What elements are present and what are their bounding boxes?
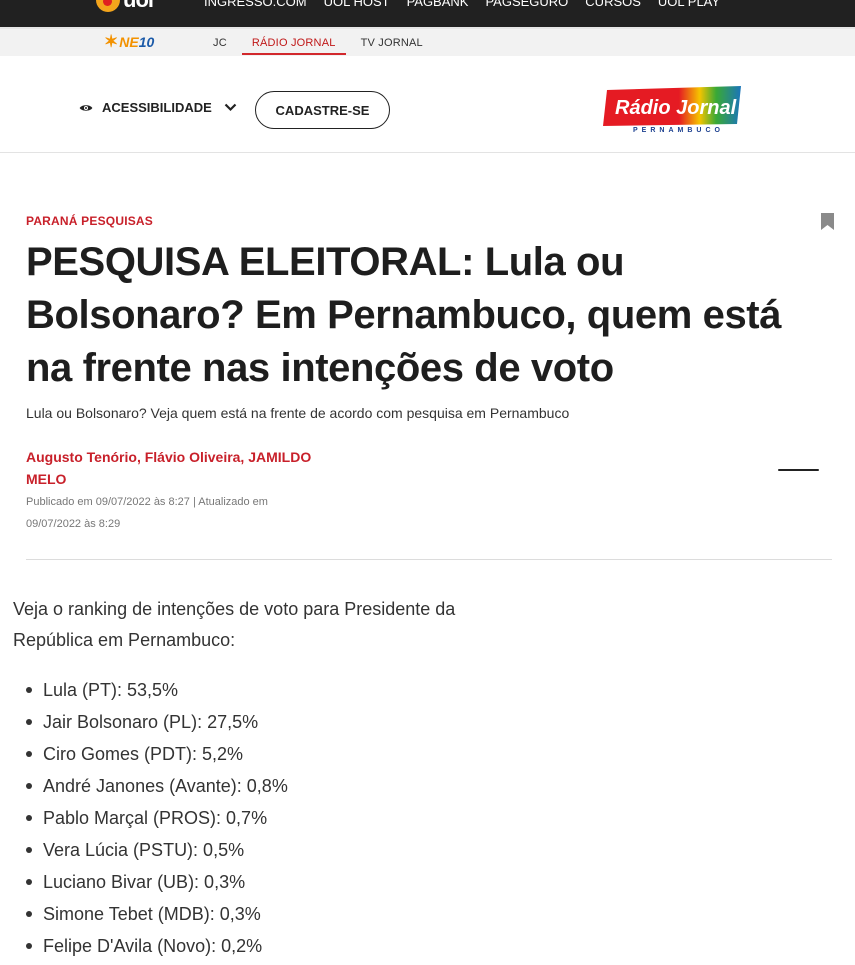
signup-button[interactable]: CADASTRE-SE <box>255 91 390 129</box>
article-divider <box>26 559 832 560</box>
ne10-logo[interactable]: ✶ NE10 <box>104 32 155 51</box>
ne10-logo-text: NE10 <box>119 34 155 50</box>
article-dates: Publicado em 09/07/2022 às 8:27 | Atuali… <box>26 496 268 530</box>
uol-link-pagbank[interactable]: PAGBANK <box>407 0 469 10</box>
site-header: ACESSIBILIDADE CADASTRE-SE Rádio Jornal … <box>0 56 855 153</box>
ranking-item: Simone Tebet (MDB): 0,3% <box>26 898 288 930</box>
article-headline: PESQUISA ELEITORAL: Lula ou Bolsonaro? E… <box>26 240 782 390</box>
ranking-list: Lula (PT): 53,5% Jair Bolsonaro (PL): 27… <box>26 674 288 962</box>
uol-link-cursos[interactable]: CURSOS <box>585 0 641 10</box>
ranking-item: Pablo Marçal (PROS): 0,7% <box>26 802 288 834</box>
nav-item-jc[interactable]: JC <box>213 37 227 56</box>
ne10-nav-bar: ✶ NE10 JC RÁDIO JORNAL TV JORNAL <box>0 27 855 56</box>
article-intro: Veja o ranking de intenções de voto para… <box>13 599 456 650</box>
uol-ball-icon <box>96 0 120 12</box>
uol-top-bar: uol INGRESSO.COM UOL HOST PAGBANK PAGSEG… <box>0 0 855 27</box>
bookmark-icon[interactable] <box>821 213 834 230</box>
chevron-down-icon <box>224 103 237 112</box>
ranking-item: Lula (PT): 53,5% <box>26 674 288 706</box>
article-kicker[interactable]: PARANÁ PESQUISAS <box>26 214 153 228</box>
ranking-item: Vera Lúcia (PSTU): 0,5% <box>26 834 288 866</box>
uol-link-pagseguro[interactable]: PAGSEGURO <box>485 0 568 10</box>
ranking-item: Jair Bolsonaro (PL): 27,5% <box>26 706 288 738</box>
ranking-item: Ciro Gomes (PDT): 5,2% <box>26 738 288 770</box>
uol-logo[interactable]: uol <box>96 0 154 12</box>
ne10-nav: JC RÁDIO JORNAL TV JORNAL <box>213 37 448 56</box>
uol-link-host[interactable]: UOL HOST <box>324 0 390 10</box>
article-authors[interactable]: Augusto Tenório, Flávio Oliveira, JAMILD… <box>26 446 346 490</box>
brand-region-text: PERNAMBUCO <box>633 127 724 134</box>
nav-item-radio-jornal[interactable]: RÁDIO JORNAL <box>241 37 346 56</box>
accessibility-menu[interactable]: ACESSIBILIDADE <box>78 100 237 115</box>
nav-item-tv-jornal[interactable]: TV JORNAL <box>361 37 423 56</box>
uol-link-ingresso[interactable]: INGRESSO.COM <box>204 0 307 10</box>
accessibility-label: ACESSIBILIDADE <box>102 100 212 115</box>
uol-link-play[interactable]: UOL PLAY <box>658 0 720 10</box>
brand-name-text: Rádio Jornal <box>615 97 737 119</box>
share-divider <box>778 469 819 471</box>
radio-jornal-logo[interactable]: Rádio Jornal PERNAMBUCO <box>603 86 745 134</box>
eye-icon <box>79 104 93 111</box>
ranking-item: Luciano Bivar (UB): 0,3% <box>26 866 288 898</box>
uol-links: INGRESSO.COM UOL HOST PAGBANK PAGSEGURO … <box>204 0 720 10</box>
uol-logo-text: uol <box>123 0 154 11</box>
article-subtitle: Lula ou Bolsonaro? Veja quem está na fre… <box>26 405 570 421</box>
ne10-star-icon: ✶ <box>104 32 119 51</box>
ranking-item: André Janones (Avante): 0,8% <box>26 770 288 802</box>
ranking-item: Felipe D'Avila (Novo): 0,2% <box>26 930 288 962</box>
